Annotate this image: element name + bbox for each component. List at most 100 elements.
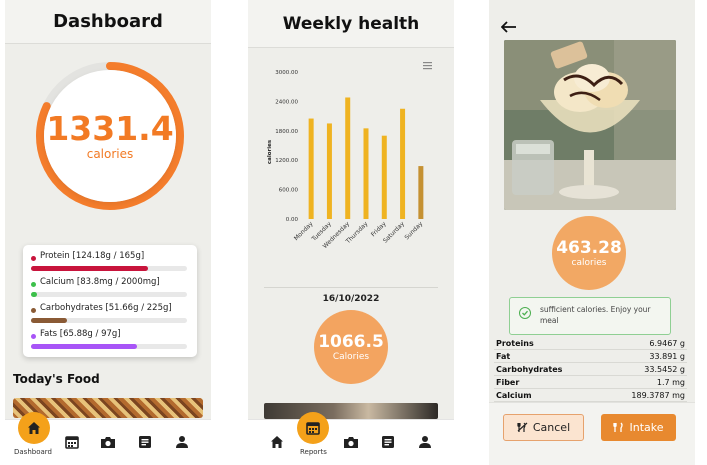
nutrient-progress-fill	[31, 344, 138, 349]
nav-reports-label: Reports	[300, 448, 327, 456]
intake-label: Intake	[629, 421, 664, 434]
nutrient-row-protein: Protein [124.18g / 165g]	[31, 251, 189, 277]
person-icon	[176, 436, 188, 448]
nutrient-progress-fill	[31, 318, 67, 323]
calories-value: 1331.4	[46, 109, 174, 148]
y-tick-label: 0.00	[286, 217, 299, 223]
cancel-label: Cancel	[532, 421, 571, 434]
page-title: Dashboard	[53, 11, 163, 32]
table-row: Fat 33.891 g	[494, 350, 687, 363]
document-icon	[139, 436, 151, 448]
nutrient-row-carbohydrates: Carbohydrates [51.66g / 225g]	[31, 303, 189, 329]
nutrient-value: 33.5452 g	[644, 364, 685, 374]
nav-reports-button[interactable]	[297, 412, 329, 444]
nav-profile-button[interactable]	[415, 432, 435, 452]
nutrient-progress-fill	[31, 292, 38, 297]
weekly-calories-chart: calories 0.00 600.00 1200.00 1800.00 2400.00…	[267, 62, 432, 250]
calorie-ring: 1331.4 calories	[34, 60, 186, 212]
home-icon	[271, 436, 283, 448]
nutrient-card: Protein [124.18g / 165g] Calcium [83.8mg…	[23, 245, 197, 357]
daily-calories-circle: 1066.5 Calories	[314, 310, 388, 384]
chart-bar[interactable]	[363, 128, 369, 219]
nutrient-progress-fill	[31, 266, 148, 271]
nutrient-label: Calcium [83.8mg / 2000mg]	[40, 277, 160, 287]
nutrient-value: 189.3787 mg	[631, 390, 685, 400]
cancel-button[interactable]: Cancel	[503, 414, 584, 441]
y-axis-label: calories	[267, 139, 273, 164]
action-bar: Cancel Intake	[489, 402, 695, 465]
y-tick-label: 1200.00	[275, 158, 298, 164]
y-tick-label: 3000.00	[275, 70, 298, 76]
fats-dot-icon	[31, 334, 36, 339]
chart-bar[interactable]	[418, 166, 424, 219]
fork-knife-icon	[613, 422, 624, 432]
section-title: Today's Food	[13, 372, 100, 386]
arrow-left-icon	[500, 21, 516, 33]
ice-cream-sundae-image	[504, 40, 676, 210]
calcium-dot-icon	[31, 282, 36, 287]
y-tick-label: 600.00	[279, 188, 299, 194]
nutrient-progress-track	[31, 318, 187, 323]
y-tick-label: 1800.00	[275, 129, 298, 135]
calendar-icon	[65, 436, 79, 449]
table-row: Calcium 189.3787 mg	[494, 389, 687, 402]
chart-bar[interactable]	[400, 108, 406, 219]
nav-camera-button[interactable]	[98, 432, 118, 452]
chart-bar[interactable]	[326, 123, 332, 219]
nav-camera-button[interactable]	[341, 432, 361, 452]
nav-dashboard-button[interactable]	[18, 412, 50, 444]
nutrient-name: Calcium	[496, 390, 532, 400]
divider	[264, 287, 438, 288]
nutrient-label: Protein [124.18g / 165g]	[40, 251, 145, 261]
calories-unit: Calories	[332, 352, 370, 362]
document-icon	[382, 436, 394, 448]
bottom-nav: Reports	[248, 412, 454, 465]
nutrient-value: 33.891 g	[649, 351, 685, 361]
nutrient-progress-track	[31, 292, 187, 297]
no-food-icon	[517, 422, 528, 432]
nutrient-value: 1.7 mg	[656, 377, 685, 387]
nav-notes-button[interactable]	[378, 432, 398, 452]
nav-profile-button[interactable]	[172, 432, 192, 452]
nutrient-progress-track	[31, 344, 187, 349]
weekly-health-screen: Weekly health calories 0.00 600.00 1200.00…	[248, 0, 454, 465]
chart-bar[interactable]	[381, 135, 387, 219]
food-image[interactable]	[264, 403, 438, 419]
nav-dashboard-label: Dashboard	[14, 448, 52, 456]
nav-reports-button[interactable]	[62, 432, 82, 452]
table-row: Carbohydrates 33.5452 g	[494, 363, 687, 376]
check-circle-icon	[519, 307, 531, 319]
carbohydrates-dot-icon	[31, 308, 36, 313]
dashboard-header: Dashboard	[5, 0, 211, 44]
camera-icon	[101, 437, 115, 448]
nutrient-progress-track	[31, 266, 187, 271]
nutrient-label: Fats [65.88g / 97g]	[40, 329, 121, 339]
food-photo	[504, 40, 676, 210]
weekly-header: Weekly health	[248, 0, 454, 48]
calories-unit: calories	[571, 258, 607, 268]
nutrient-label: Carbohydrates [51.66g / 225g]	[40, 303, 172, 313]
intake-button[interactable]: Intake	[601, 414, 676, 441]
chart-bar[interactable]	[308, 118, 314, 219]
bottom-nav: Dashboard	[5, 412, 211, 465]
nav-dashboard-button[interactable]	[267, 432, 287, 452]
nutrient-row-fats: Fats [65.88g / 97g]	[31, 329, 189, 355]
calories-value: 463.28	[556, 238, 622, 258]
camera-icon	[344, 437, 358, 448]
nutrient-name: Proteins	[496, 338, 534, 348]
nutrient-name: Carbohydrates	[496, 364, 563, 374]
table-row: Proteins 6.9467 g	[494, 337, 687, 350]
back-button[interactable]	[500, 18, 517, 37]
x-tick-label: Sunday	[403, 220, 424, 241]
chart-bar[interactable]	[345, 97, 351, 219]
dashboard-screen: Dashboard 1331.4 calories Protein [124.1…	[5, 0, 211, 465]
nutrient-value: 6.9467 g	[649, 338, 685, 348]
nav-notes-button[interactable]	[135, 432, 155, 452]
calories-value: 1066.5	[318, 332, 384, 352]
nutrition-table: Proteins 6.9467 g Fat 33.891 g Carbohydrat…	[494, 337, 687, 402]
y-tick-label: 2400.00	[275, 99, 298, 105]
nutrient-row-calcium: Calcium [83.8mg / 2000mg]	[31, 277, 189, 303]
calorie-summary: 1331.4 calories	[44, 70, 176, 202]
chart-menu-icon[interactable]	[423, 62, 432, 70]
nutrient-name: Fat	[496, 351, 511, 361]
